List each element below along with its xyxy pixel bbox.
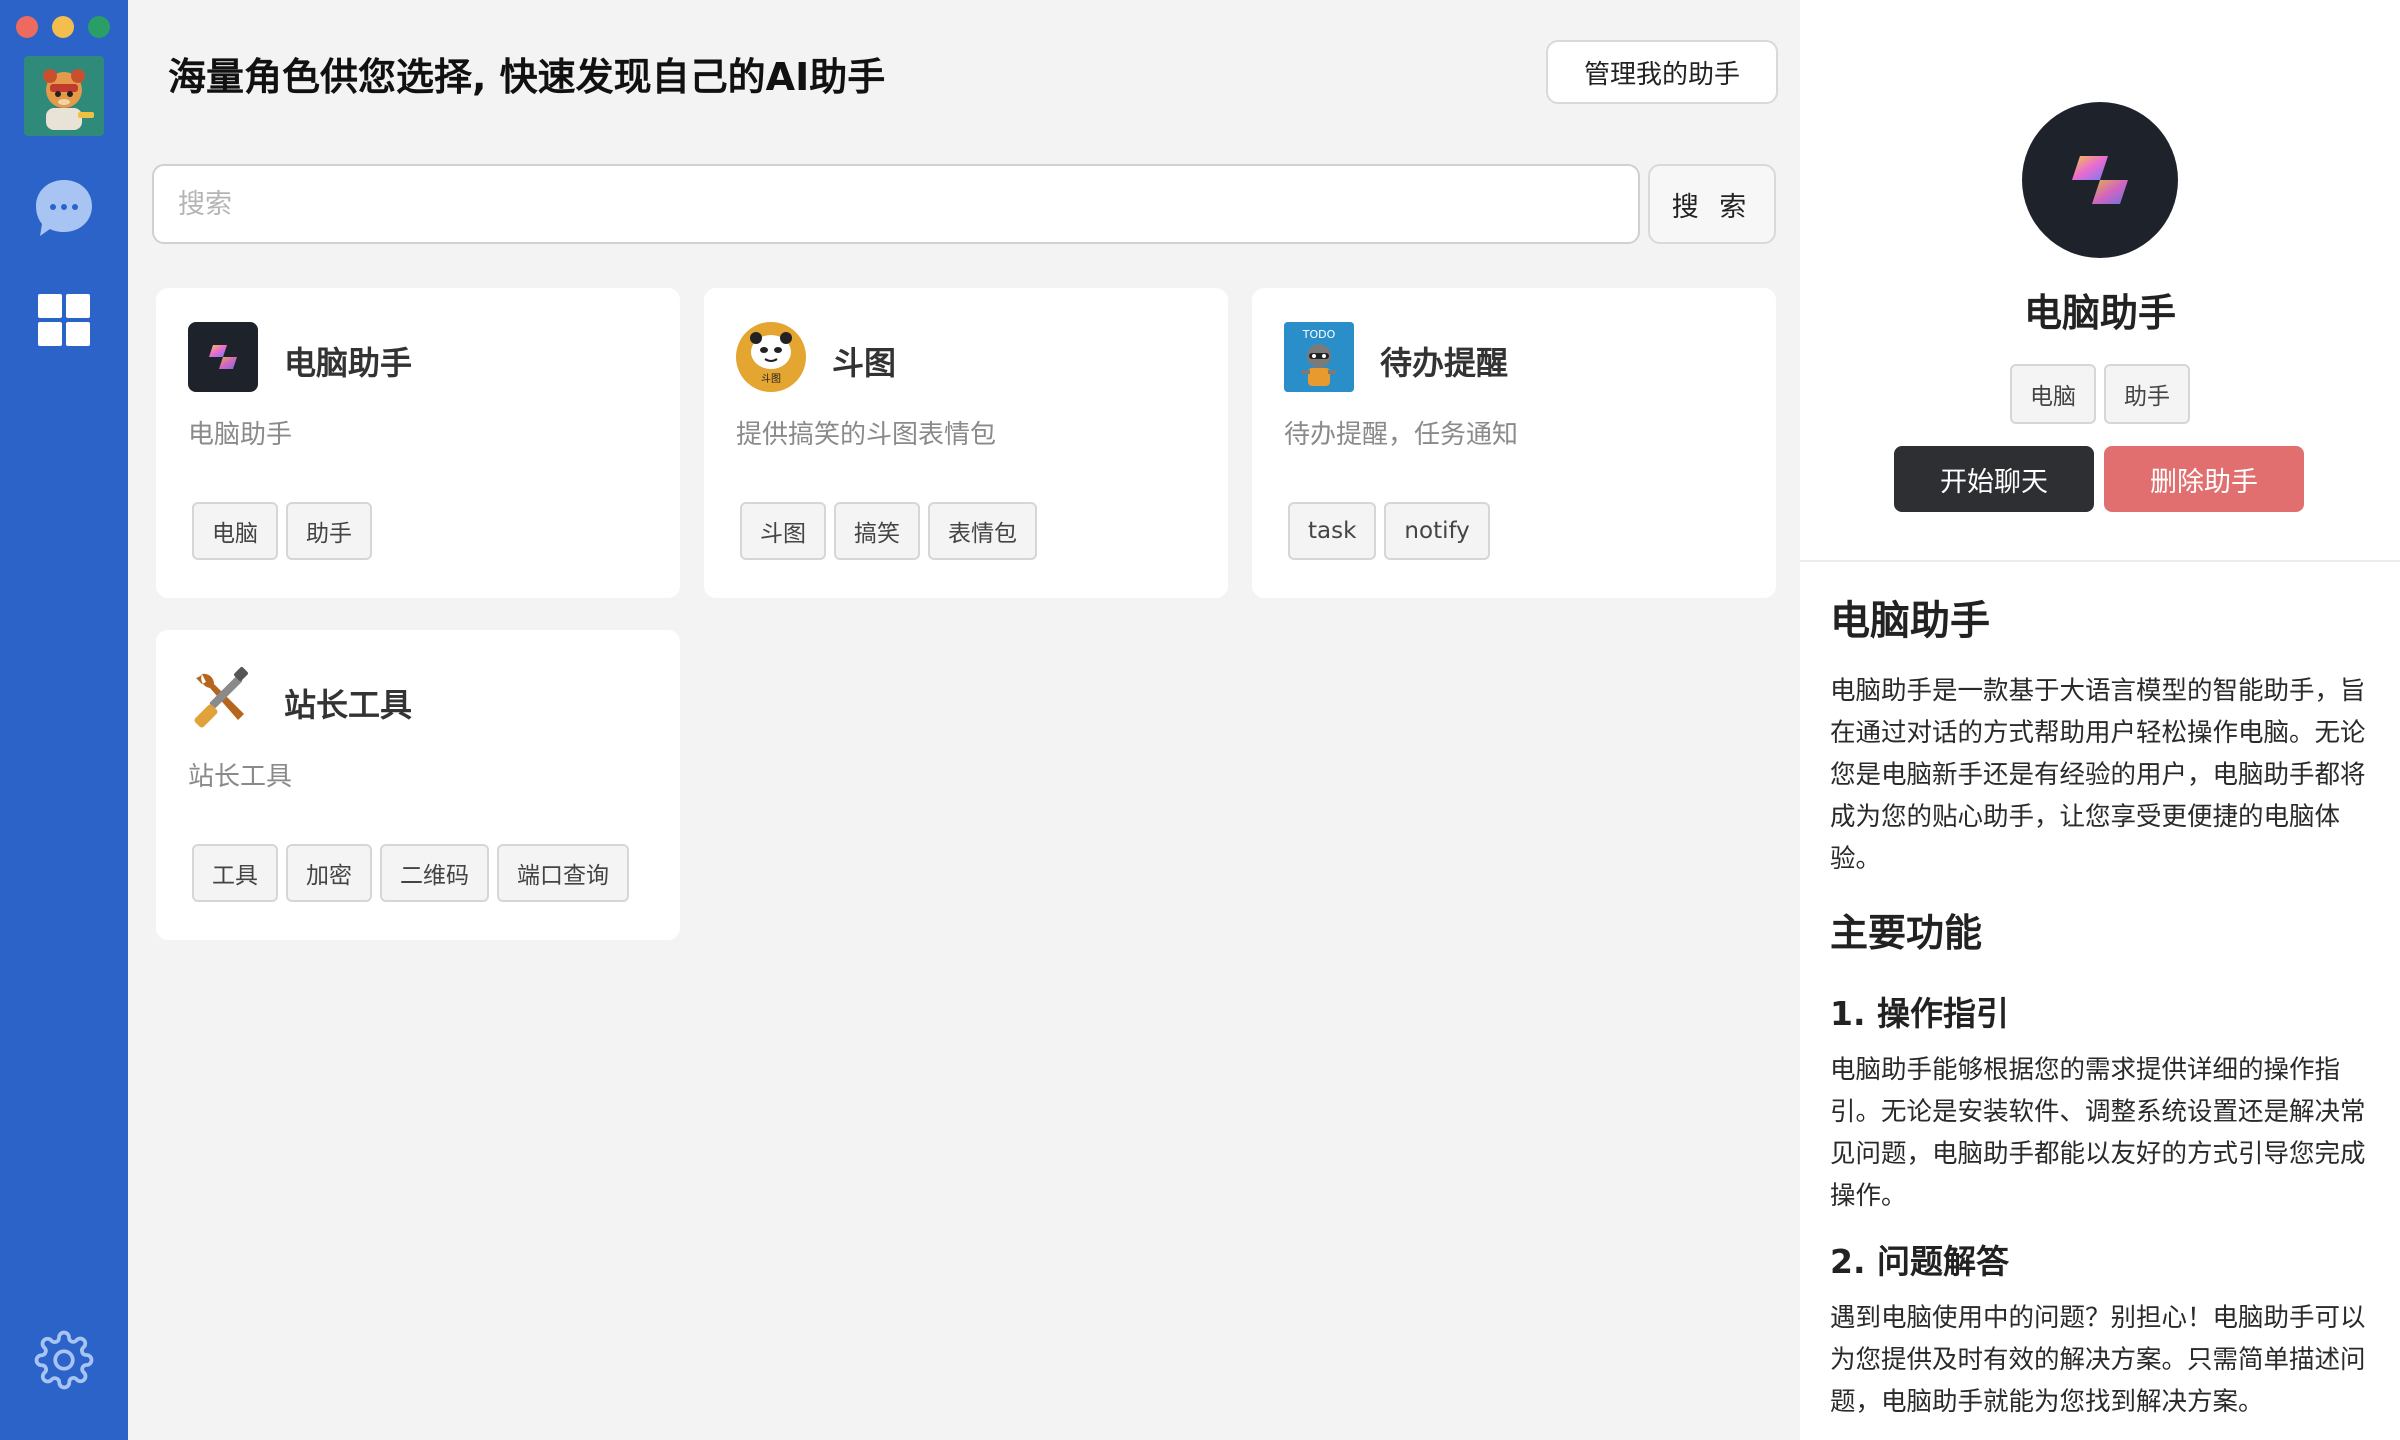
main-content: 海量角色供您选择, 快速发现自己的AI助手 管理我的助手 搜 索 电脑助手 电脑… <box>128 0 1800 1440</box>
close-window-button[interactable] <box>16 16 38 38</box>
card-title: 斗图 <box>832 344 897 382</box>
svg-text:TODO: TODO <box>1302 328 1336 341</box>
tag: task <box>1288 502 1377 560</box>
tag: 二维码 <box>380 844 489 902</box>
card-tags: 工具 加密 二维码 端口查询 <box>192 844 629 902</box>
app-window: 海量角色供您选择, 快速发现自己的AI助手 管理我的助手 搜 索 电脑助手 电脑… <box>0 0 2400 1440</box>
todo-raccoon-icon: TODO <box>1284 322 1354 392</box>
tag: 电脑 <box>192 502 278 560</box>
cartoon-avatar-icon <box>24 56 104 136</box>
grid-icon <box>38 294 90 346</box>
card-description: 站长工具 <box>188 762 293 792</box>
tag: 电脑 <box>2010 364 2096 424</box>
user-avatar[interactable] <box>24 56 104 136</box>
assistant-detail-panel: 电脑助手 电脑 助手 开始聊天 删除助手 电脑助手 电脑助手是一款基于大语言模型… <box>1800 0 2400 1440</box>
search-button[interactable]: 搜 索 <box>1648 164 1776 244</box>
tag: 端口查询 <box>497 844 629 902</box>
card-description: 提供搞笑的斗图表情包 <box>736 420 997 450</box>
divider <box>1800 560 2400 562</box>
card-tags: 斗图 搞笑 表情包 <box>740 502 1037 560</box>
doc-paragraph: 电脑助手是一款基于大语言模型的智能助手，旨在通过对话的方式帮助用户轻松操作电脑。… <box>1830 676 2366 874</box>
maximize-window-button[interactable] <box>88 16 110 38</box>
assistant-card[interactable]: 电脑助手 电脑助手 电脑 助手 <box>156 288 680 598</box>
sidebar-item-chat[interactable] <box>32 176 96 240</box>
page-title: 海量角色供您选择, 快速发现自己的AI助手 <box>168 55 886 99</box>
doc-paragraph: 电脑助手能够根据您的需求提供详细的操作指引。无论是安装软件、调整系统设置还是解决… <box>1830 1055 2366 1211</box>
tag: 斗图 <box>740 502 826 560</box>
card-description: 待办提醒，任务通知 <box>1284 420 1519 450</box>
card-tags: 电脑 助手 <box>192 502 372 560</box>
tag: 加密 <box>286 844 372 902</box>
sidebar-item-discover[interactable] <box>32 288 96 352</box>
sidebar-item-settings[interactable] <box>32 1328 96 1392</box>
search-input[interactable] <box>152 164 1640 244</box>
start-chat-button[interactable]: 开始聊天 <box>1894 446 2094 512</box>
tag: 搞笑 <box>834 502 920 560</box>
panda-meme-icon: 斗图 <box>736 322 806 392</box>
card-title: 站长工具 <box>284 686 413 724</box>
card-tags: task notify <box>1288 502 1490 560</box>
manage-assistants-button[interactable]: 管理我的助手 <box>1546 40 1778 104</box>
chat-bubble-icon <box>36 180 92 236</box>
svg-text:斗图: 斗图 <box>761 373 781 385</box>
assistant-tags: 电脑 助手 <box>2010 364 2190 424</box>
doc-heading: 电脑助手 <box>1830 598 1990 644</box>
assistant-card[interactable]: 斗图 斗图 提供搞笑的斗图表情包 斗图 搞笑 表情包 <box>704 288 1228 598</box>
assistant-name: 电脑助手 <box>2023 291 2176 335</box>
card-title: 电脑助手 <box>284 344 413 382</box>
minimize-window-button[interactable] <box>52 16 74 38</box>
copilot-logo-icon <box>2022 102 2178 258</box>
tag: 工具 <box>192 844 278 902</box>
card-title: 待办提醒 <box>1380 344 1509 382</box>
assistant-card[interactable]: TODO 待办提醒 待办提醒，任务通知 task notify <box>1252 288 1776 598</box>
gear-icon <box>34 1330 94 1390</box>
tag: 表情包 <box>928 502 1037 560</box>
assistant-card[interactable]: 站长工具 站长工具 工具 加密 二维码 端口查询 <box>156 630 680 940</box>
wrench-screwdriver-icon <box>188 664 258 734</box>
doc-subheading: 1. 操作指引 <box>1830 994 2009 1033</box>
card-description: 电脑助手 <box>188 420 293 450</box>
assistant-description: 电脑助手 电脑助手是一款基于大语言模型的智能助手，旨在通过对话的方式帮助用户轻松… <box>1830 588 2366 1423</box>
tag: 助手 <box>286 502 372 560</box>
doc-subheading: 2. 问题解答 <box>1830 1242 2009 1281</box>
delete-assistant-button[interactable]: 删除助手 <box>2104 446 2304 512</box>
sidebar <box>0 0 128 1440</box>
tag: 助手 <box>2104 364 2190 424</box>
window-controls <box>16 16 110 38</box>
copilot-logo-icon <box>188 322 258 392</box>
doc-paragraph: 遇到电脑使用中的问题？别担心！电脑助手可以为您提供及时有效的解决方案。只需简单描… <box>1830 1303 2366 1417</box>
doc-section-heading: 主要功能 <box>1830 911 1983 955</box>
tag: notify <box>1384 502 1490 560</box>
